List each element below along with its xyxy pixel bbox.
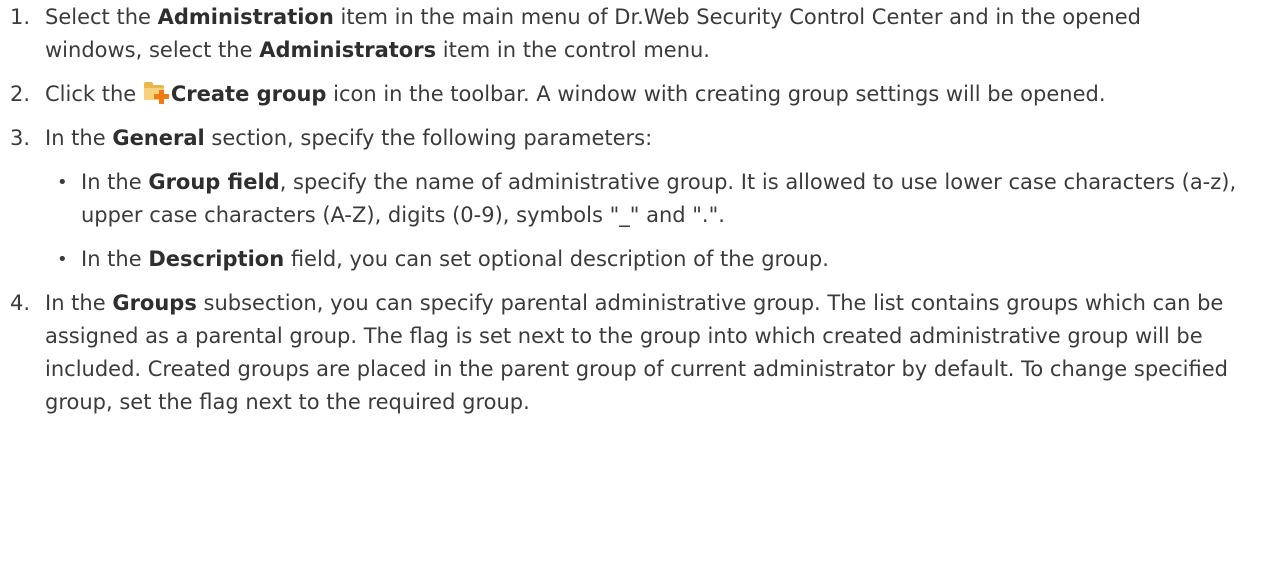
step-1: 1. Select the Administration item in the… [10, 1, 1243, 67]
step-4: 4. In the Groups subsection, you can spe… [10, 287, 1243, 419]
step-3: 3. In the General section, specify the f… [10, 122, 1243, 276]
step-text: Select the [45, 5, 158, 29]
bullet-icon: • [57, 249, 68, 270]
steps-list: 1. Select the Administration item in the… [10, 1, 1243, 419]
parameter-item-description: • In the Description field, you can set … [45, 243, 1243, 276]
step-2: 2. Click the Create group icon in the to… [10, 78, 1243, 111]
step-text: icon in the toolbar. A window with creat… [326, 82, 1106, 106]
step-number: 3. [10, 126, 31, 150]
ui-term-groups: Groups [112, 291, 197, 315]
step-number: 4. [10, 291, 31, 315]
step-text: In the [45, 291, 113, 315]
step-number: 2. [10, 82, 31, 106]
ui-term-general: General [112, 126, 205, 150]
ui-term-group-field: Group field [148, 170, 280, 194]
parameter-text: In the [81, 170, 149, 194]
ui-term-administrators: Administrators [259, 38, 437, 62]
bullet-icon: • [57, 172, 68, 193]
step-text: item in the control menu. [436, 38, 710, 62]
step-number: 1. [10, 5, 31, 29]
parameter-item-group: • In the Group field, specify the name o… [45, 166, 1243, 232]
step-text: subsection, you can specify parental adm… [45, 291, 1228, 414]
ui-term-description: Description [148, 247, 285, 271]
instructions-document: 1. Select the Administration item in the… [0, 0, 1273, 419]
parameter-text: In the [81, 247, 149, 271]
ui-term-administration: Administration [157, 5, 334, 29]
create-group-icon [143, 82, 169, 104]
parameters-list: • In the Group field, specify the name o… [45, 166, 1243, 276]
parameter-text: field, you can set optional description … [284, 247, 829, 271]
step-text: In the [45, 126, 113, 150]
ui-term-create-group: Create group [170, 82, 327, 106]
step-text: section, specify the following parameter… [204, 126, 653, 150]
step-text: Click the [45, 82, 143, 106]
